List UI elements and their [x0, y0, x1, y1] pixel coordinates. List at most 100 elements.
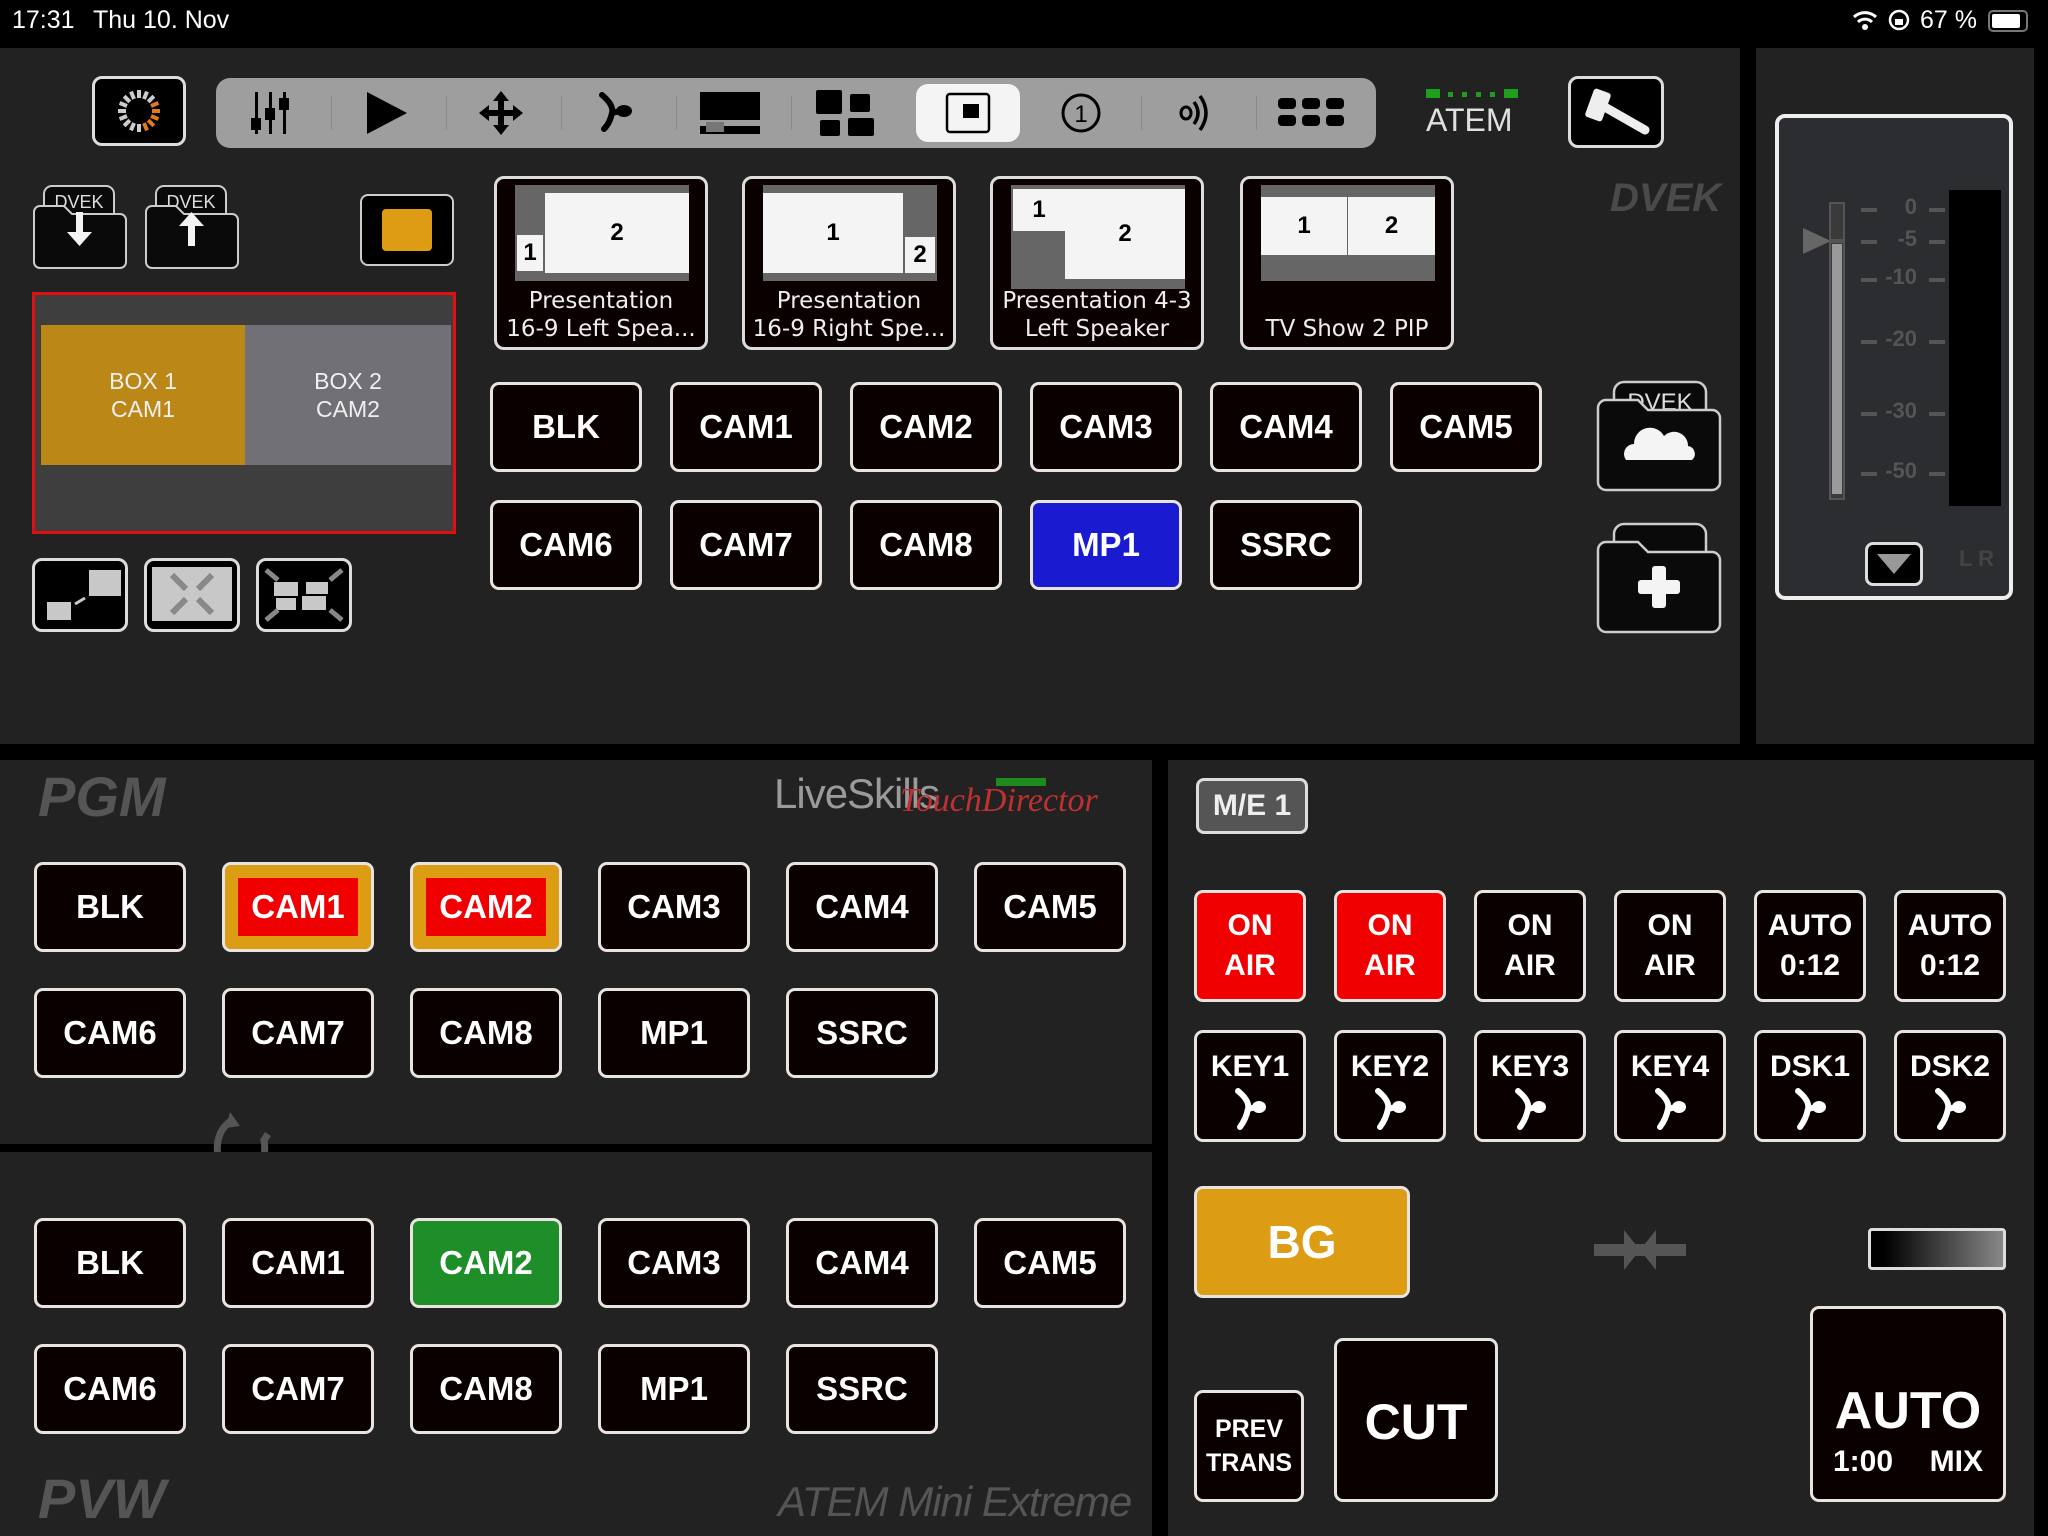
pvw-source-ssrc[interactable]: SSRC [786, 1344, 938, 1434]
mixer-icon [251, 92, 289, 134]
key1-on-air-button[interactable]: ON AIR [1194, 890, 1306, 1002]
dvek-icon [945, 92, 991, 134]
dvek-source-cam4[interactable]: CAM4 [1210, 382, 1362, 472]
more-icon [1278, 98, 1344, 126]
pvw-source-cam7[interactable]: CAM7 [222, 1344, 374, 1434]
pgm-source-cam6[interactable]: CAM6 [34, 988, 186, 1078]
button-line2: AIR [1504, 949, 1556, 982]
status-time: 17:31 [12, 6, 75, 34]
dvek-source-ssrc[interactable]: SSRC [1210, 500, 1362, 590]
key4-on-air-button[interactable]: ON AIR [1614, 890, 1726, 1002]
dvek-source-blk[interactable]: BLK [490, 382, 642, 472]
pvw-source-blk[interactable]: BLK [34, 1218, 186, 1308]
dvek-source-cam2[interactable]: CAM2 [850, 382, 1002, 472]
audio-options-button[interactable] [1865, 542, 1923, 586]
dvek-source-cam8[interactable]: CAM8 [850, 500, 1002, 590]
dvek-save-button[interactable]: DVEK [144, 184, 240, 270]
dvek-source-cam1[interactable]: CAM1 [670, 382, 822, 472]
dsk2-tie-button[interactable]: DSK2 [1894, 1030, 2006, 1142]
dvek-load-button[interactable]: DVEK [32, 184, 128, 270]
dvek-title: DVEK [1610, 176, 1722, 220]
scale-tick [1929, 208, 1945, 212]
me-selector-button[interactable]: M/E 1 [1196, 778, 1308, 834]
hammer-icon [1585, 88, 1650, 135]
pvw-source-cam2[interactable]: CAM2 [410, 1218, 562, 1308]
pvw-source-cam3[interactable]: CAM3 [598, 1218, 750, 1308]
pvw-source-cam5[interactable]: CAM5 [974, 1218, 1126, 1308]
channel-labels: L R [1959, 546, 1995, 571]
folder-download-icon: DVEK [33, 185, 127, 269]
expand-icon [264, 568, 344, 622]
pvw-source-cam4[interactable]: CAM4 [786, 1218, 938, 1308]
dvek-source-cam5[interactable]: CAM5 [1390, 382, 1542, 472]
button-line2: AIR [1644, 949, 1696, 982]
key4-tie-button[interactable]: KEY4 [1614, 1030, 1726, 1142]
key2-tie-button[interactable]: KEY2 [1334, 1030, 1446, 1142]
preset-presentation-43[interactable]: 12 Presentation 4-3 Left Speaker [990, 176, 1204, 350]
pgm-source-cam4[interactable]: CAM4 [786, 862, 938, 952]
bg-button[interactable]: BG [1194, 1186, 1410, 1298]
key2-on-air-button[interactable]: ON AIR [1334, 890, 1446, 1002]
tab-dvek[interactable] [916, 84, 1020, 142]
status-spinner-button[interactable] [92, 76, 186, 146]
cut-button[interactable]: CUT [1334, 1338, 1498, 1502]
tab-mixer[interactable] [216, 78, 326, 148]
key1-tie-button[interactable]: KEY1 [1194, 1030, 1306, 1142]
tab-macro-one[interactable]: 1 [1026, 78, 1136, 148]
transition-direction-icon[interactable] [1594, 1230, 1686, 1270]
box2-area[interactable]: BOX 2 CAM2 [245, 325, 451, 465]
fader-handle[interactable] [1803, 226, 1843, 256]
brand-subtitle: TouchDirector [900, 782, 1098, 819]
transition-bar[interactable] [1868, 1228, 2006, 1270]
tab-play[interactable] [331, 78, 441, 148]
key3-tie-button[interactable]: KEY3 [1474, 1030, 1586, 1142]
pgm-source-blk[interactable]: BLK [34, 862, 186, 952]
pgm-source-cam7[interactable]: CAM7 [222, 988, 374, 1078]
pvw-source-mp1[interactable]: MP1 [598, 1344, 750, 1434]
pgm-source-cam1[interactable]: CAM1 [222, 862, 374, 952]
tab-audio[interactable] [1141, 78, 1251, 148]
preset-name: Presentation [776, 288, 922, 314]
dsk1-auto-button[interactable]: AUTO 0:12 [1754, 890, 1866, 1002]
pgm-source-cam5[interactable]: CAM5 [974, 862, 1126, 952]
pvw-source-cam8[interactable]: CAM8 [410, 1344, 562, 1434]
prev-trans-line1: PREV [1214, 1415, 1284, 1443]
shrink-icon [152, 567, 232, 621]
tab-multiview[interactable] [791, 78, 901, 148]
pvw-source-cam1[interactable]: CAM1 [222, 1218, 374, 1308]
pgm-source-cam3[interactable]: CAM3 [598, 862, 750, 952]
tools-button[interactable] [1568, 76, 1664, 148]
dvek-source-cam7[interactable]: CAM7 [670, 500, 822, 590]
pgm-source-ssrc[interactable]: SSRC [786, 988, 938, 1078]
prev-trans-line2: TRANS [1205, 1449, 1293, 1477]
tab-lower-third[interactable] [676, 78, 786, 148]
preset-presentation-left[interactable]: 21 Presentation 16-9 Left Spea... [494, 176, 708, 350]
tab-transition[interactable] [561, 78, 671, 148]
pvw-source-cam6[interactable]: CAM6 [34, 1344, 186, 1434]
box2-source: CAM2 [316, 396, 380, 422]
prev-trans-button[interactable]: PREV TRANS [1194, 1390, 1304, 1502]
split-expand-button[interactable] [256, 558, 352, 632]
folder-cloud-icon: DVEK [1596, 380, 1722, 492]
dvek-source-cam6[interactable]: CAM6 [490, 500, 642, 590]
tab-more[interactable] [1256, 78, 1366, 148]
dsk1-tie-button[interactable]: DSK1 [1754, 1030, 1866, 1142]
rotation-lock-icon [1888, 9, 1910, 31]
tab-move[interactable] [446, 78, 556, 148]
dvek-source-mp1[interactable]: MP1 [1030, 500, 1182, 590]
pgm-source-cam8[interactable]: CAM8 [410, 988, 562, 1078]
pgm-source-mp1[interactable]: MP1 [598, 988, 750, 1078]
key3-on-air-button[interactable]: ON AIR [1474, 890, 1586, 1002]
box-color-button[interactable] [360, 194, 454, 266]
box1-area[interactable]: BOX 1 CAM1 [41, 325, 245, 465]
pip-move-button[interactable] [32, 558, 128, 632]
preset-tv-show-pip[interactable]: 12 TV Show 2 PIP [1240, 176, 1454, 350]
pgm-source-cam2[interactable]: CAM2 [410, 862, 562, 952]
dsk2-auto-button[interactable]: AUTO 0:12 [1894, 890, 2006, 1002]
dvek-cloud-button[interactable]: DVEK [1596, 380, 1722, 492]
auto-button[interactable]: AUTO 1:00 MIX [1810, 1306, 2006, 1502]
fullscreen-shrink-button[interactable] [144, 558, 240, 632]
dvek-add-button[interactable] [1596, 522, 1722, 634]
preset-presentation-right[interactable]: 12 Presentation 16-9 Right Spe... [742, 176, 956, 350]
dvek-source-cam3[interactable]: CAM3 [1030, 382, 1182, 472]
